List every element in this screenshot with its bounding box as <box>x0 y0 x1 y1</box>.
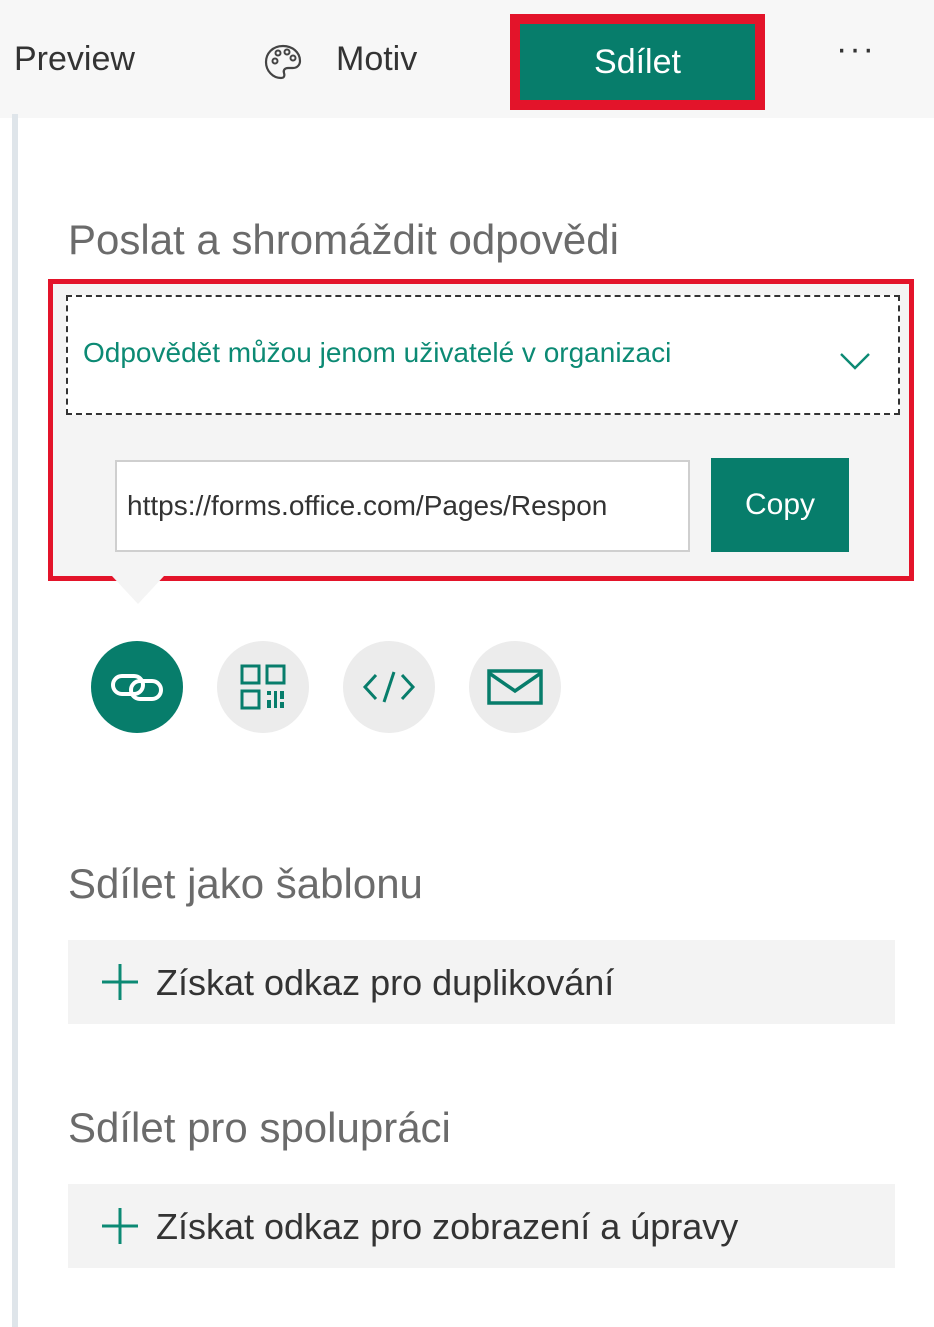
top-toolbar: Preview Motiv Sdílet ··· <box>0 0 934 118</box>
get-duplicate-link-label: Získat odkaz pro duplikování <box>156 962 615 1003</box>
audience-dropdown[interactable]: Odpovědět můžou jenom uživatelé v organi… <box>66 295 900 415</box>
get-edit-link-label: Získat odkaz pro zobrazení a úpravy <box>156 1206 739 1247</box>
link-icon <box>111 674 163 701</box>
embed-code-icon <box>362 671 416 703</box>
plus-icon <box>102 964 138 1000</box>
send-highlight-box: Odpovědět můžou jenom uživatelé v organi… <box>48 279 914 581</box>
send-section-title: Poslat a shromáždit odpovědi <box>68 216 619 263</box>
share-embed-option[interactable] <box>343 641 435 733</box>
palette-icon[interactable] <box>262 42 304 82</box>
share-link-field[interactable] <box>115 460 690 552</box>
share-button-label: Sdílet <box>520 24 755 100</box>
get-duplicate-link-button[interactable]: Získat odkaz pro duplikování <box>68 940 895 1024</box>
mail-icon <box>487 669 543 705</box>
active-method-pointer <box>112 576 164 604</box>
qr-code-icon <box>240 664 286 710</box>
share-email-option[interactable] <box>469 641 561 733</box>
theme-button[interactable]: Motiv <box>336 40 417 79</box>
more-options-button[interactable]: ··· <box>836 30 876 69</box>
get-edit-link-button[interactable]: Získat odkaz pro zobrazení a úpravy <box>68 1184 895 1268</box>
audience-dropdown-value: Odpovědět můžou jenom uživatelé v organi… <box>83 337 672 368</box>
panel-left-border <box>12 114 18 1327</box>
template-section-title: Sdílet jako šablonu <box>68 860 423 907</box>
chevron-down-icon <box>840 353 870 370</box>
preview-button[interactable]: Preview <box>14 40 135 79</box>
share-qr-option[interactable] <box>217 641 309 733</box>
plus-icon <box>102 1208 138 1244</box>
share-link-option[interactable] <box>91 641 183 733</box>
copy-link-button[interactable]: Copy <box>711 458 849 552</box>
collaborate-section-title: Sdílet pro spolupráci <box>68 1104 451 1151</box>
share-button[interactable]: Sdílet <box>510 14 765 110</box>
